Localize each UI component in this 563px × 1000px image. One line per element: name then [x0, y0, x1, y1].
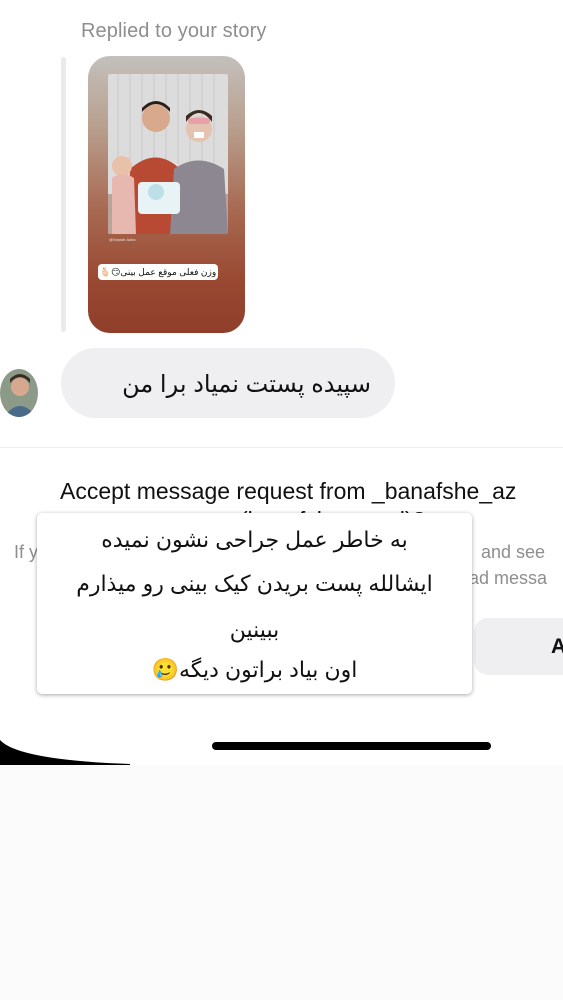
- message-text: سپیده پستت نمیاد برا من: [122, 371, 371, 398]
- caption-line-1: به خاطر عمل جراحی نشون نمیده: [101, 527, 408, 552]
- caption-line-3: ببینین: [229, 617, 280, 642]
- accept-button-label: A: [551, 635, 563, 658]
- accept-button[interactable]: A: [474, 618, 563, 675]
- story-preview-card[interactable]: @Sepide Akira وزن فعلی موقع عمل بینی😏🫰🏻: [88, 56, 245, 333]
- story-caption: وزن فعلی موقع عمل بینی😏🫰🏻: [98, 264, 218, 280]
- story-photo: [108, 74, 228, 234]
- home-indicator[interactable]: [212, 742, 491, 750]
- story-photo-illustration: [108, 74, 228, 234]
- caption-overlay: به خاطر عمل جراحی نشون نمیده ایشالله پست…: [37, 513, 472, 694]
- caption-line-2: ایشالله پست بریدن کیک بینی رو میذارم: [76, 571, 433, 596]
- divider: [0, 447, 563, 448]
- request-hint-left: If y: [14, 542, 39, 562]
- story-credit: @Sepide Akira: [109, 237, 136, 242]
- sender-avatar[interactable]: [0, 369, 38, 417]
- request-hint-right-2: ead messa: [459, 568, 548, 588]
- reply-quote-bar: [61, 57, 66, 332]
- screen-corner-curve: [0, 740, 130, 765]
- dm-thread-screen: Replied to your story @Sepide Akira وزن …: [0, 0, 563, 765]
- caption-line-4: اون بیاد براتون دیگه🥲: [151, 657, 358, 682]
- request-title: Accept message request from _banafshe_az: [60, 478, 517, 504]
- request-hint-right-1: and see: [481, 542, 546, 562]
- replied-to-story-label: Replied to your story: [81, 20, 267, 42]
- message-bubble[interactable]: سپیده پستت نمیاد برا من: [61, 348, 395, 418]
- avatar-photo: [0, 369, 38, 417]
